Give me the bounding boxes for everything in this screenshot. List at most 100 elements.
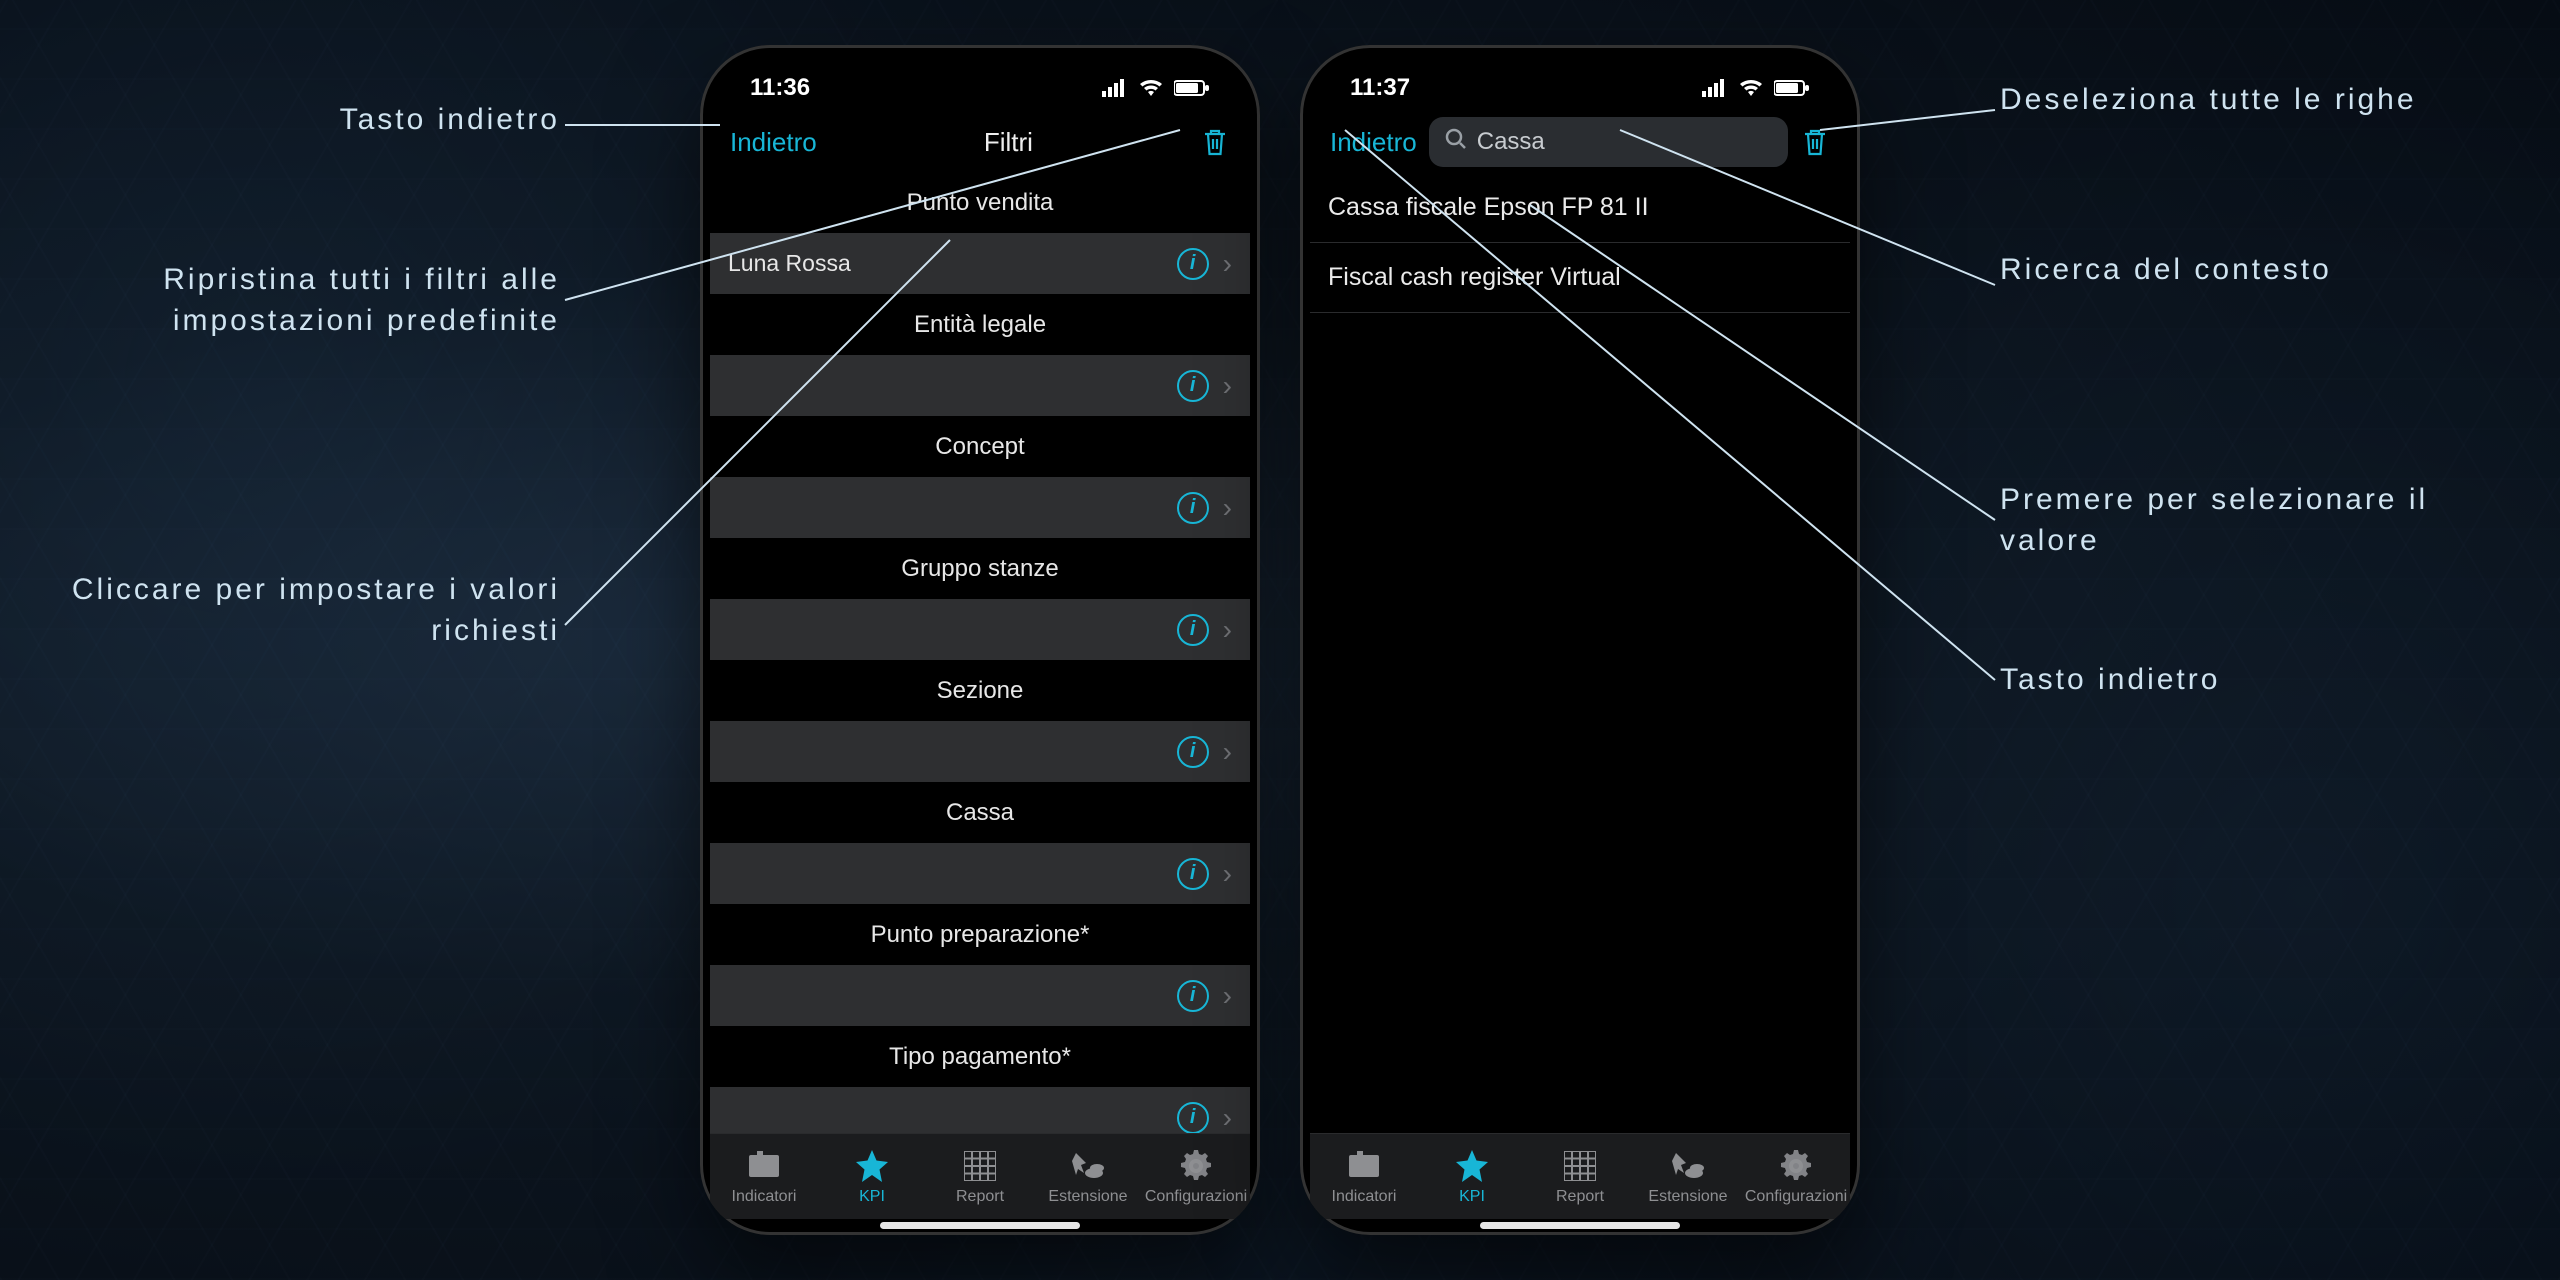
callouts-right: Deseleziona tutte le righe Ricerca del c… <box>2000 0 2500 1280</box>
tab-indicatori[interactable]: Indicatori <box>710 1134 818 1219</box>
tab-label: Configurazioni <box>1745 1188 1847 1206</box>
phone-filters: 11:36 Indietro Filtri Punto venditaLuna … <box>700 45 1260 1235</box>
filter-section-header: Cassa <box>710 783 1250 843</box>
wifi-icon <box>1738 79 1764 97</box>
tab-label: Report <box>1556 1188 1604 1206</box>
home-indicator <box>880 1222 1080 1229</box>
battery-icon <box>1774 79 1810 97</box>
chevron-right-icon: › <box>1223 980 1232 1012</box>
filter-row[interactable]: i› <box>710 599 1250 661</box>
tab-icon <box>1455 1148 1489 1184</box>
tab-report[interactable]: Report <box>1526 1134 1634 1219</box>
tab-icon <box>1070 1148 1106 1184</box>
status-time: 11:37 <box>1350 74 1410 102</box>
tab-label: Indicatori <box>1332 1188 1397 1206</box>
cellular-icon <box>1102 79 1128 97</box>
filter-value: Luna Rossa <box>728 250 1163 277</box>
callouts-left: Tasto indietro Ripristina tutti i filtri… <box>60 0 560 1280</box>
chevron-right-icon: › <box>1223 248 1232 280</box>
tab-bar: Indicatori KPI Report Estensione Configurazi… <box>1310 1133 1850 1219</box>
callout-back-left: Tasto indietro <box>340 100 560 141</box>
tab-icon <box>1180 1148 1212 1184</box>
tab-label: KPI <box>1459 1188 1485 1206</box>
tab-icon <box>1564 1148 1596 1184</box>
filter-section-header: Entità legale <box>710 295 1250 355</box>
nav-bar: Indietro Cassa <box>1310 111 1850 173</box>
tab-bar: Indicatori KPI Report Estensione Configurazi… <box>710 1133 1250 1219</box>
status-icons <box>1702 79 1810 97</box>
tab-label: Estensione <box>1048 1188 1127 1206</box>
tab-label: KPI <box>859 1188 885 1206</box>
info-icon[interactable]: i <box>1177 1102 1209 1134</box>
chevron-right-icon: › <box>1223 736 1232 768</box>
tab-configurazioni[interactable]: Configurazioni <box>1142 1134 1250 1219</box>
info-icon[interactable]: i <box>1177 248 1209 280</box>
chevron-right-icon: › <box>1223 614 1232 646</box>
filter-row[interactable]: i› <box>710 355 1250 417</box>
tab-icon <box>1347 1148 1381 1184</box>
tab-label: Report <box>956 1188 1004 1206</box>
chevron-right-icon: › <box>1223 492 1232 524</box>
info-icon[interactable]: i <box>1177 614 1209 646</box>
cassa-list[interactable]: Cassa fiscale Epson FP 81 IIFiscal cash … <box>1310 173 1850 1135</box>
tab-indicatori[interactable]: Indicatori <box>1310 1134 1418 1219</box>
search-text: Cassa <box>1477 128 1545 156</box>
page-title: Filtri <box>829 127 1188 158</box>
back-button[interactable]: Indietro <box>1330 127 1417 158</box>
chevron-right-icon: › <box>1223 1102 1232 1134</box>
filter-row[interactable]: i› <box>710 843 1250 905</box>
filter-row[interactable]: i› <box>710 1087 1250 1135</box>
info-icon[interactable]: i <box>1177 980 1209 1012</box>
filters-list[interactable]: Punto venditaLuna Rossai›Entità legalei›… <box>710 173 1250 1135</box>
tab-kpi[interactable]: KPI <box>818 1134 926 1219</box>
wifi-icon <box>1138 79 1164 97</box>
tab-label: Estensione <box>1648 1188 1727 1206</box>
chevron-right-icon: › <box>1223 370 1232 402</box>
status-bar: 11:37 <box>1310 65 1850 111</box>
filter-row[interactable]: i› <box>710 721 1250 783</box>
chevron-right-icon: › <box>1223 858 1232 890</box>
callout-back-right: Tasto indietro <box>2000 660 2220 701</box>
filter-section-header: Punto preparazione* <box>710 905 1250 965</box>
status-bar: 11:36 <box>710 65 1250 111</box>
tab-icon <box>1670 1148 1706 1184</box>
info-icon[interactable]: i <box>1177 492 1209 524</box>
filter-row[interactable]: i› <box>710 965 1250 1027</box>
tab-estensione[interactable]: Estensione <box>1034 1134 1142 1219</box>
trash-icon[interactable] <box>1200 127 1230 157</box>
info-icon[interactable]: i <box>1177 736 1209 768</box>
tab-icon <box>1780 1148 1812 1184</box>
list-item[interactable]: Fiscal cash register Virtual <box>1310 243 1850 313</box>
filter-section-header: Concept <box>710 417 1250 477</box>
filter-section-header: Gruppo stanze <box>710 539 1250 599</box>
filter-section-header: Tipo pagamento* <box>710 1027 1250 1087</box>
home-indicator <box>1480 1222 1680 1229</box>
search-icon <box>1445 128 1467 157</box>
info-icon[interactable]: i <box>1177 370 1209 402</box>
tab-kpi[interactable]: KPI <box>1418 1134 1526 1219</box>
info-icon[interactable]: i <box>1177 858 1209 890</box>
filter-section-header: Punto vendita <box>710 173 1250 233</box>
tab-estensione[interactable]: Estensione <box>1634 1134 1742 1219</box>
battery-icon <box>1174 79 1210 97</box>
tab-report[interactable]: Report <box>926 1134 1034 1219</box>
back-button[interactable]: Indietro <box>730 127 817 158</box>
cellular-icon <box>1702 79 1728 97</box>
search-input[interactable]: Cassa <box>1429 117 1788 167</box>
status-icons <box>1102 79 1210 97</box>
trash-icon[interactable] <box>1800 127 1830 157</box>
filter-row[interactable]: Luna Rossa i › <box>710 233 1250 295</box>
nav-bar: Indietro Filtri <box>710 111 1250 173</box>
tab-label: Configurazioni <box>1145 1188 1247 1206</box>
tab-icon <box>964 1148 996 1184</box>
list-item[interactable]: Cassa fiscale Epson FP 81 II <box>1310 173 1850 243</box>
filter-section-header: Sezione <box>710 661 1250 721</box>
callout-select-value: Premere per selezionare il valore <box>2000 480 2500 561</box>
status-time: 11:36 <box>750 74 810 102</box>
callout-set-values: Cliccare per impostare i valori richiest… <box>60 570 560 651</box>
filter-row[interactable]: i› <box>710 477 1250 539</box>
tab-configurazioni[interactable]: Configurazioni <box>1742 1134 1850 1219</box>
tab-icon <box>855 1148 889 1184</box>
callout-reset-filters: Ripristina tutti i filtri alle impostazi… <box>60 260 560 341</box>
tab-icon <box>747 1148 781 1184</box>
